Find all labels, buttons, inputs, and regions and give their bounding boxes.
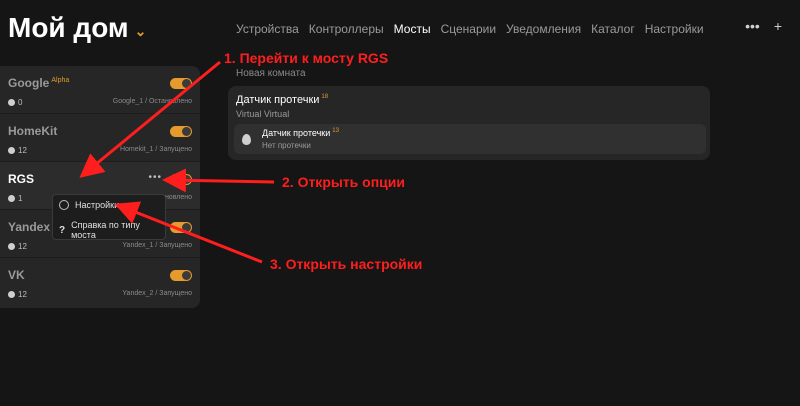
annotation-step-3: 3. Открыть настройки bbox=[270, 256, 423, 272]
arrow-to-settings bbox=[114, 201, 263, 264]
annotation-arrows bbox=[79, 60, 275, 264]
annotation-step-1: 1. Перейти к мосту RGS bbox=[224, 50, 389, 66]
arrow-to-rgs bbox=[79, 60, 221, 178]
annotation-step-2: 2. Открыть опции bbox=[282, 174, 406, 190]
arrow-to-options bbox=[162, 168, 275, 193]
